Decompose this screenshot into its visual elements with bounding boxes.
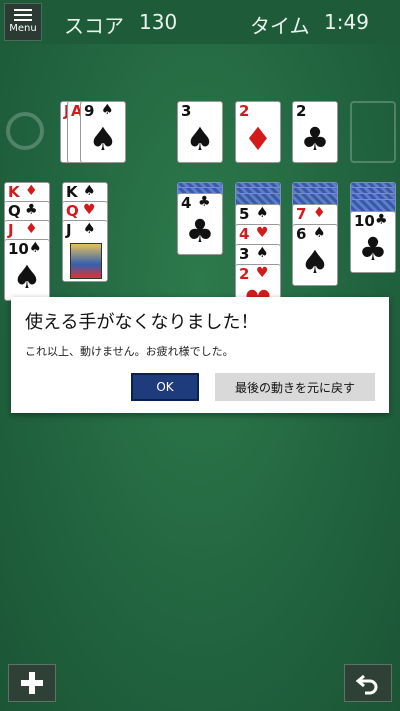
tableau-card[interactable]: 10 ♣ ♣ [350,211,396,273]
menu-button[interactable]: Menu [4,3,42,41]
hamburger-icon [14,9,32,21]
tableau-card[interactable]: J ♠ [62,220,108,282]
waste-top-card[interactable]: 9 ♠ ♠ [80,101,126,163]
dialog-message: これ以上、動けません。お疲れ様でした。 [25,345,234,358]
stock-recycle-icon[interactable] [6,112,44,150]
no-moves-dialog: 使える手がなくなりました！ これ以上、動けません。お疲れ様でした。 OK 最後の… [11,297,389,413]
foundation-spades[interactable]: 3 ♠ [177,101,223,163]
foundation-clubs[interactable]: 2 ♣ [292,101,338,163]
plus-icon [21,672,43,694]
time-value: 1:49 [324,10,369,34]
tableau-card[interactable]: 6 ♠ ♠ [292,224,338,286]
top-bar: Menu スコア 130 タイム 1:49 [0,0,400,44]
score-value: 130 [139,10,178,34]
ok-button[interactable]: OK [131,373,199,401]
foundation-empty-slot[interactable] [350,101,396,163]
undo-arrow-icon [355,674,378,695]
tableau-card[interactable]: 10 ♠ ♠ [4,239,50,301]
undo-button[interactable] [344,664,392,702]
score-label: スコア [64,14,124,38]
dialog-title: 使える手がなくなりました！ [25,312,259,333]
menu-label: Menu [9,23,37,34]
undo-last-move-button[interactable]: 最後の動きを元に戻す [215,373,375,401]
tableau-card[interactable]: 4 ♣ ♣ [177,193,223,255]
time-label: タイム [250,14,310,38]
foundation-diamonds[interactable]: 2 ♦ [235,101,281,163]
jack-face-art [70,243,102,279]
add-button[interactable] [8,664,56,702]
